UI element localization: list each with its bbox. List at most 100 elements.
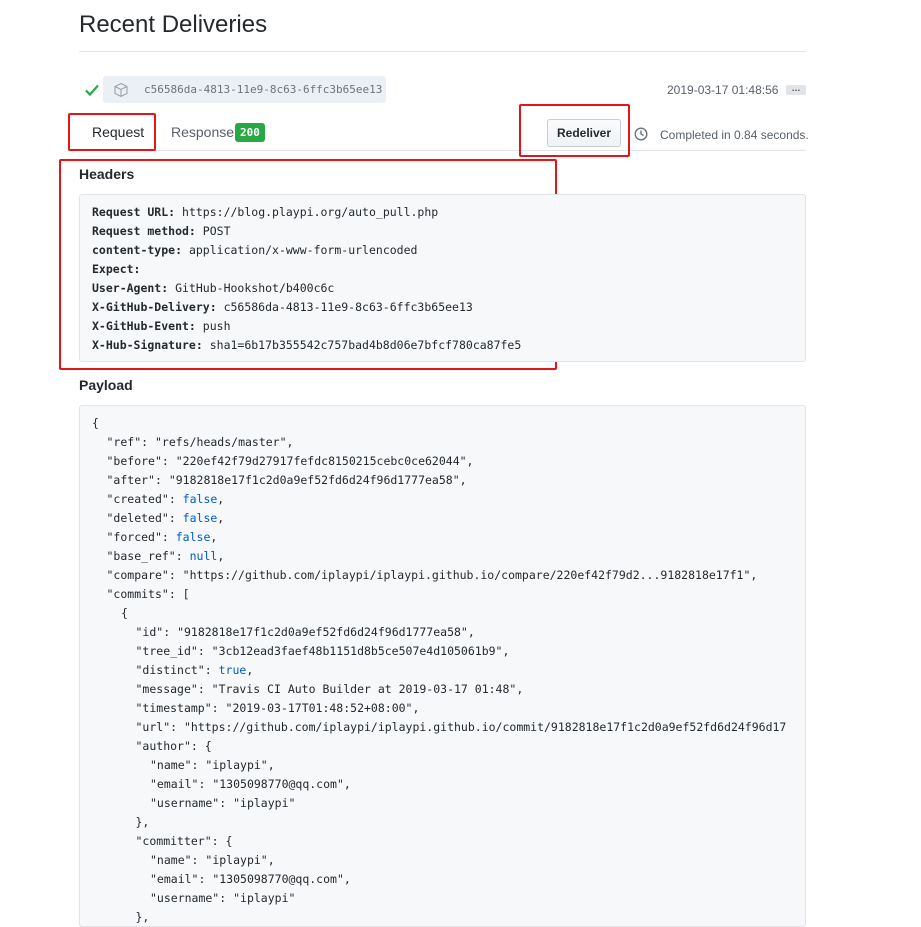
payload-line: { bbox=[92, 416, 99, 430]
payload-value: false bbox=[182, 492, 218, 506]
payload-line: "ref": "refs/heads/master", bbox=[106, 435, 294, 449]
payload-line: }, bbox=[136, 815, 150, 829]
payload-value: "9182818e17f1c2d0a9ef52fd6d24f96d1777ea5… bbox=[177, 625, 468, 639]
payload-line: "email": "1305098770@qq.com", bbox=[150, 872, 351, 886]
delivery-timestamp: 2019-03-17 01:48:56 bbox=[667, 83, 779, 97]
payload-line: "compare": "https://github.com/iplaypi/i… bbox=[106, 568, 758, 582]
delivery-row[interactable]: c56586da-4813-11e9-8c63-6ffc3b65ee13 201… bbox=[79, 76, 806, 104]
payload-punctuation: , bbox=[466, 454, 474, 468]
header-value: POST bbox=[202, 224, 231, 238]
header-key: X-GitHub-Delivery: bbox=[92, 300, 217, 314]
payload-value: "https://github.com/iplaypi/iplaypi.gith… bbox=[183, 720, 787, 734]
payload-line: "commits": [ bbox=[106, 587, 190, 601]
header-key: content-type: bbox=[92, 243, 183, 257]
payload-key: "distinct" bbox=[135, 663, 205, 677]
payload-value: true bbox=[218, 663, 247, 677]
clock-icon bbox=[634, 127, 648, 141]
payload-value: [ bbox=[182, 587, 190, 601]
payload-punctuation: , bbox=[459, 473, 467, 487]
payload-value: "iplaypi" bbox=[233, 891, 296, 905]
header-value: application/x-www-form-urlencoded bbox=[188, 243, 418, 257]
delivery-guid-box[interactable]: c56586da-4813-11e9-8c63-6ffc3b65ee13 bbox=[103, 76, 386, 103]
payload-key: "after" bbox=[106, 473, 155, 487]
tab-response[interactable]: Response bbox=[171, 124, 234, 140]
payload-line: "username": "iplaypi" bbox=[150, 796, 296, 810]
payload-key: "before" bbox=[106, 454, 162, 468]
header-value: GitHub-Hookshot/b400c6c bbox=[175, 281, 335, 295]
payload-value: "iplaypi" bbox=[205, 853, 268, 867]
payload-line: "base_ref": null, bbox=[106, 549, 225, 563]
payload-line: "message": "Travis CI Auto Builder at 20… bbox=[135, 682, 524, 696]
payload-key: "message" bbox=[135, 682, 198, 696]
payload-key: "timestamp" bbox=[135, 701, 212, 715]
highlight-request-tab bbox=[68, 113, 156, 151]
header-key: Request URL: bbox=[92, 205, 176, 219]
payload-punctuation: , bbox=[412, 701, 420, 715]
payload-punctuation: , bbox=[467, 625, 475, 639]
payload-key: "commits" bbox=[106, 587, 169, 601]
payload-bracket: }, bbox=[135, 910, 150, 924]
payload-line: "timestamp": "2019-03-17T01:48:52+08:00"… bbox=[135, 701, 420, 715]
payload-key: "committer" bbox=[135, 834, 212, 848]
payload-line: "deleted": false, bbox=[106, 511, 225, 525]
completion-time: Completed in 0.84 seconds. bbox=[660, 128, 809, 142]
payload-punctuation: , bbox=[343, 777, 351, 791]
payload-key: "author" bbox=[135, 739, 191, 753]
payload-value: false bbox=[182, 511, 218, 525]
payload-punctuation: , bbox=[217, 492, 225, 506]
payload-punctuation: , bbox=[286, 435, 294, 449]
header-row: content-type: application/x-www-form-url… bbox=[92, 243, 417, 257]
payload-value: "https://github.com/iplaypi/iplaypi.gith… bbox=[182, 568, 751, 582]
payload-value: "1305098770@qq.com" bbox=[212, 872, 344, 886]
payload-line: "username": "iplaypi" bbox=[150, 891, 296, 905]
payload-bracket: { bbox=[92, 416, 99, 430]
payload-key: "username" bbox=[150, 891, 220, 905]
payload-key: "ref" bbox=[106, 435, 142, 449]
payload-key: "id" bbox=[135, 625, 164, 639]
payload-key: "name" bbox=[150, 853, 192, 867]
payload-value: "9182818e17f1c2d0a9ef52fd6d24f96d1777ea5… bbox=[168, 473, 460, 487]
header-row: Expect: bbox=[92, 262, 147, 276]
header-key: User-Agent: bbox=[92, 281, 169, 295]
payload-line: "id": "9182818e17f1c2d0a9ef52fd6d24f96d1… bbox=[135, 625, 475, 639]
header-row: X-Hub-Signature: sha1=6b17b355542c757bad… bbox=[92, 338, 521, 352]
header-row: X-GitHub-Event: push bbox=[92, 319, 231, 333]
payload-value: "1305098770@qq.com" bbox=[212, 777, 344, 791]
payload-punctuation: , bbox=[750, 568, 758, 582]
payload-line: "url": "https://github.com/iplaypi/iplay… bbox=[135, 720, 787, 734]
payload-punctuation: , bbox=[246, 663, 254, 677]
payload-value: "2019-03-17T01:48:52+08:00" bbox=[225, 701, 413, 715]
payload-line: "author": { bbox=[135, 739, 212, 753]
payload-key: "username" bbox=[150, 796, 220, 810]
payload-value: "iplaypi" bbox=[233, 796, 296, 810]
payload-heading: Payload bbox=[79, 377, 133, 393]
response-status-badge: 200 bbox=[235, 123, 265, 142]
header-row: X-GitHub-Delivery: c56586da-4813-11e9-8c… bbox=[92, 300, 473, 314]
header-value: push bbox=[202, 319, 231, 333]
payload-punctuation: , bbox=[217, 511, 225, 525]
payload-key: "forced" bbox=[106, 530, 162, 544]
delivery-guid: c56586da-4813-11e9-8c63-6ffc3b65ee13 bbox=[144, 83, 383, 96]
payload-value: { bbox=[225, 834, 233, 848]
payload-value: false bbox=[175, 530, 211, 544]
payload-value: "refs/heads/master" bbox=[154, 435, 287, 449]
payload-line: "distinct": true, bbox=[135, 663, 254, 677]
header-value: c56586da-4813-11e9-8c63-6ffc3b65ee13 bbox=[223, 300, 473, 314]
payload-punctuation: , bbox=[210, 530, 218, 544]
tabs-divider bbox=[79, 150, 806, 151]
payload-key: "tree_id" bbox=[135, 644, 198, 658]
payload-key: "compare" bbox=[106, 568, 169, 582]
payload-key: "base_ref" bbox=[106, 549, 176, 563]
expand-details-button[interactable]: … bbox=[786, 84, 806, 95]
payload-punctuation: , bbox=[267, 758, 275, 772]
header-value: sha1=6b17b355542c757bad4b8d06e7bfcf780ca… bbox=[209, 338, 522, 352]
header-key: Request method: bbox=[92, 224, 196, 238]
payload-bracket: }, bbox=[135, 815, 150, 829]
payload-value: "Travis CI Auto Builder at 2019-03-17 01… bbox=[211, 682, 517, 696]
page-title: Recent Deliveries bbox=[79, 11, 268, 38]
payload-punctuation: , bbox=[343, 872, 351, 886]
payload-value: null bbox=[189, 549, 218, 563]
header-row: User-Agent: GitHub-Hookshot/b400c6c bbox=[92, 281, 334, 295]
header-value: https://blog.playpi.org/auto_pull.php bbox=[182, 205, 439, 219]
payload-line: "after": "9182818e17f1c2d0a9ef52fd6d24f9… bbox=[106, 473, 467, 487]
